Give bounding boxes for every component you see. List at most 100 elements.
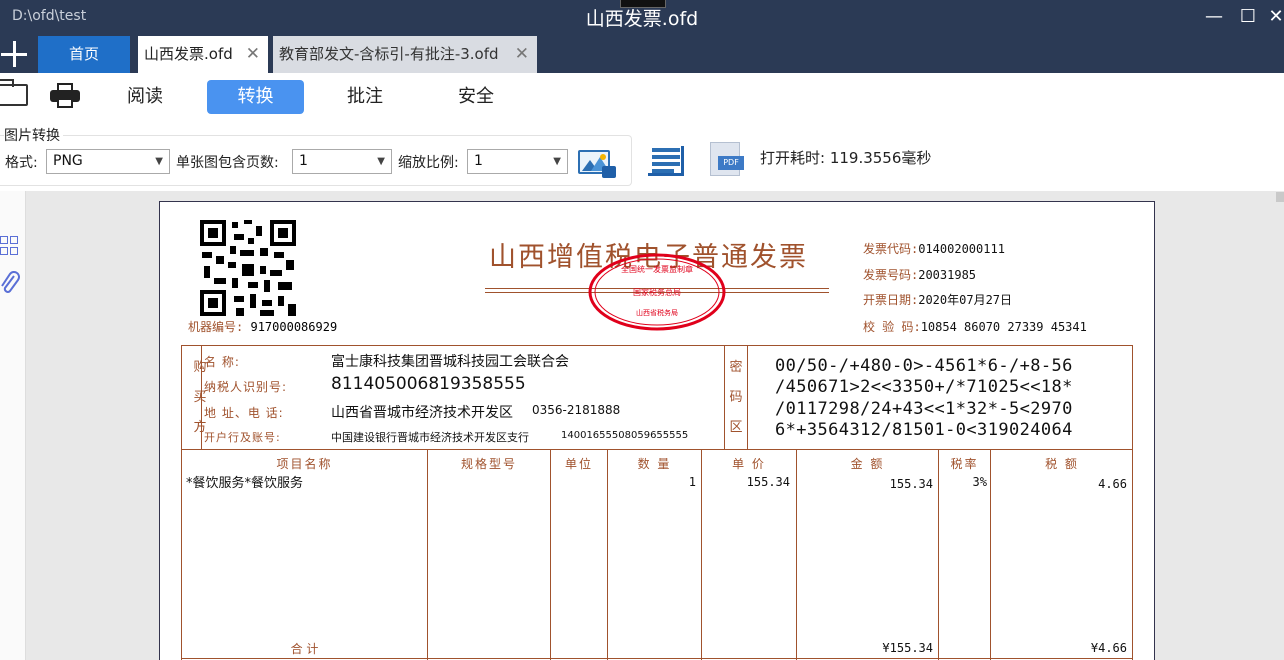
export-pdf-icon[interactable]: PDF xyxy=(710,142,746,180)
format-value: PNG xyxy=(53,153,83,169)
cipher-line: /450671>2<<3350+/*71025<<18* xyxy=(775,377,1073,397)
buyer-address: 山西省晋城市经济技术开发区 xyxy=(331,405,513,421)
col-tax: 税 额 xyxy=(1045,457,1079,471)
code-label: 发票代码: xyxy=(863,242,919,256)
chevron-down-icon: ▼ xyxy=(155,156,163,167)
machine-number: 机器编号: 917000086929 xyxy=(188,318,337,335)
item-name: *餐饮服务*餐饮服务 xyxy=(186,476,304,491)
col-qty: 数 量 xyxy=(637,457,672,471)
buyer-bank-label: 开户行及账号: xyxy=(204,431,281,444)
divider xyxy=(724,345,725,450)
item-rate: 3% xyxy=(972,475,987,489)
invoice-date: 开票日期:2020年07月27日 xyxy=(863,291,1012,308)
open-folder-icon[interactable] xyxy=(0,79,28,106)
buyer-addr-label: 地 址、电 话: xyxy=(204,406,284,420)
chevron-down-icon: ▼ xyxy=(553,156,561,167)
item-price: 155.34 xyxy=(746,475,790,489)
invoice-number: 发票号码:20031985 xyxy=(863,266,976,283)
buyer-bank: 中国建设银行晋城市经济技术开发区支行 xyxy=(331,431,529,444)
invoice-page: 机器编号: 917000086929 山西增值税电子普通发票 全国统一发票监制章… xyxy=(159,201,1155,660)
tab-label: 教育部发文-含标引-有批注-3.ofd xyxy=(279,45,499,63)
total-tax: ¥4.66 xyxy=(1090,641,1127,655)
number-label: 发票号码: xyxy=(863,268,919,282)
pages-label: 单张图包含页数: xyxy=(176,155,279,171)
machine-value: 917000086929 xyxy=(250,320,338,334)
group-label: 图片转换 xyxy=(4,125,63,145)
menu-convert[interactable]: 转换 xyxy=(207,80,304,114)
item-tax: 4.66 xyxy=(1098,477,1127,491)
format-select[interactable]: PNG ▼ xyxy=(46,149,170,174)
menu-security[interactable]: 安全 xyxy=(443,80,509,114)
col-spec: 规格型号 xyxy=(460,457,517,471)
cipher-line: /0117298/24+43<<1*32*-5<2970 xyxy=(775,399,1073,419)
divider xyxy=(427,449,428,660)
divider xyxy=(181,658,1133,659)
buyer-tax-label: 纳税人识别号: xyxy=(204,380,288,394)
tab-close-icon[interactable]: ✕ xyxy=(246,36,260,73)
item-amount: 155.34 xyxy=(889,477,933,491)
tax-seal-stamp: 全国统一发票监制章 国家税务总局 山西省税务局 xyxy=(588,253,726,331)
col-item-name: 项目名称 xyxy=(276,457,333,471)
menu-read[interactable]: 阅读 xyxy=(112,80,178,114)
minimize-button[interactable]: — xyxy=(1200,4,1228,30)
item-qty: 1 xyxy=(688,475,696,489)
tab-shanxi-invoice[interactable]: 山西发票.ofd ✕ xyxy=(138,36,268,73)
cipher-line: 00/50-/+480-0>-4561*6-/+8-56 xyxy=(775,356,1073,376)
tab-home-label: 首页 xyxy=(68,45,99,63)
divider xyxy=(550,449,551,660)
attachment-icon[interactable] xyxy=(0,270,20,298)
tab-close-icon[interactable]: ✕ xyxy=(515,36,529,73)
new-tab-plus-icon[interactable] xyxy=(0,40,30,70)
left-sidebar xyxy=(0,191,26,660)
machine-label: 机器编号: xyxy=(188,320,244,334)
total-label: 合 计 xyxy=(290,642,319,656)
buyer-phone: 0356-2181888 xyxy=(532,403,621,417)
check-label: 校 验 码: xyxy=(863,320,921,334)
export-image-icon[interactable] xyxy=(578,148,616,178)
thumbnails-icon[interactable] xyxy=(0,236,20,258)
invoice-code: 发票代码:014002000111 xyxy=(863,240,1005,257)
maximize-button[interactable]: ☐ xyxy=(1234,4,1262,30)
divider xyxy=(747,345,748,450)
chevron-down-icon: ▼ xyxy=(377,156,385,167)
pages-select[interactable]: 1 ▼ xyxy=(292,149,392,174)
close-button[interactable]: ✕ xyxy=(1262,4,1284,30)
menu-annotate[interactable]: 批注 xyxy=(332,80,398,114)
scale-value: 1 xyxy=(474,153,483,169)
stamp-top-text: 全国统一发票监制章 xyxy=(621,264,693,274)
qr-code xyxy=(200,220,296,316)
buyer-tax-id: 811405006819358555 xyxy=(331,374,526,394)
number-value: 20031985 xyxy=(918,268,977,282)
pages-value: 1 xyxy=(299,153,308,169)
tab-education-doc[interactable]: 教育部发文-含标引-有批注-3.ofd ✕ xyxy=(273,36,537,73)
buyer-name: 富士康科技集团晋城科技园工会联合会 xyxy=(331,354,569,370)
col-amount: 金 额 xyxy=(850,457,885,471)
title-bar: D:\ofd\test 山西发票.ofd — ☐ ✕ xyxy=(0,0,1284,35)
printer-icon[interactable] xyxy=(50,83,80,108)
date-value: 2020年07月27日 xyxy=(918,293,1013,307)
scale-select[interactable]: 1 ▼ xyxy=(467,149,568,174)
date-label: 开票日期: xyxy=(863,293,919,307)
stamp-bottom-text: 山西省税务局 xyxy=(636,308,678,317)
cipher-line: 6*+3564312/81501-0<319024064 xyxy=(775,420,1073,440)
open-time-text: 打开耗时: 119.3556毫秒 xyxy=(760,149,932,167)
format-label: 格式: xyxy=(5,155,38,171)
invoice-check-code: 校 验 码:10854 86070 27339 45341 xyxy=(863,318,1087,335)
cipher-side-3: 区 xyxy=(729,420,743,435)
stamp-mid-text: 国家税务总局 xyxy=(633,287,681,297)
buyer-name-label: 名 称: xyxy=(204,355,240,369)
col-rate: 税率 xyxy=(950,457,979,471)
cipher-side-1: 密 xyxy=(729,360,743,375)
scale-label: 缩放比例: xyxy=(398,155,459,171)
buyer-account: 14001655508059655555 xyxy=(561,430,689,441)
export-text-icon[interactable] xyxy=(648,142,688,178)
col-unit: 单位 xyxy=(564,457,593,471)
window-title: 山西发票.ofd xyxy=(585,8,699,30)
col-price: 单 价 xyxy=(732,457,766,471)
tab-home[interactable]: 首页 xyxy=(38,36,130,73)
tab-label: 山西发票.ofd xyxy=(144,45,233,63)
check-value: 10854 86070 27339 45341 xyxy=(920,320,1087,334)
total-amount: ¥155.34 xyxy=(882,641,933,655)
scroll-marker xyxy=(1276,192,1284,202)
cipher-side-2: 码 xyxy=(729,390,743,405)
